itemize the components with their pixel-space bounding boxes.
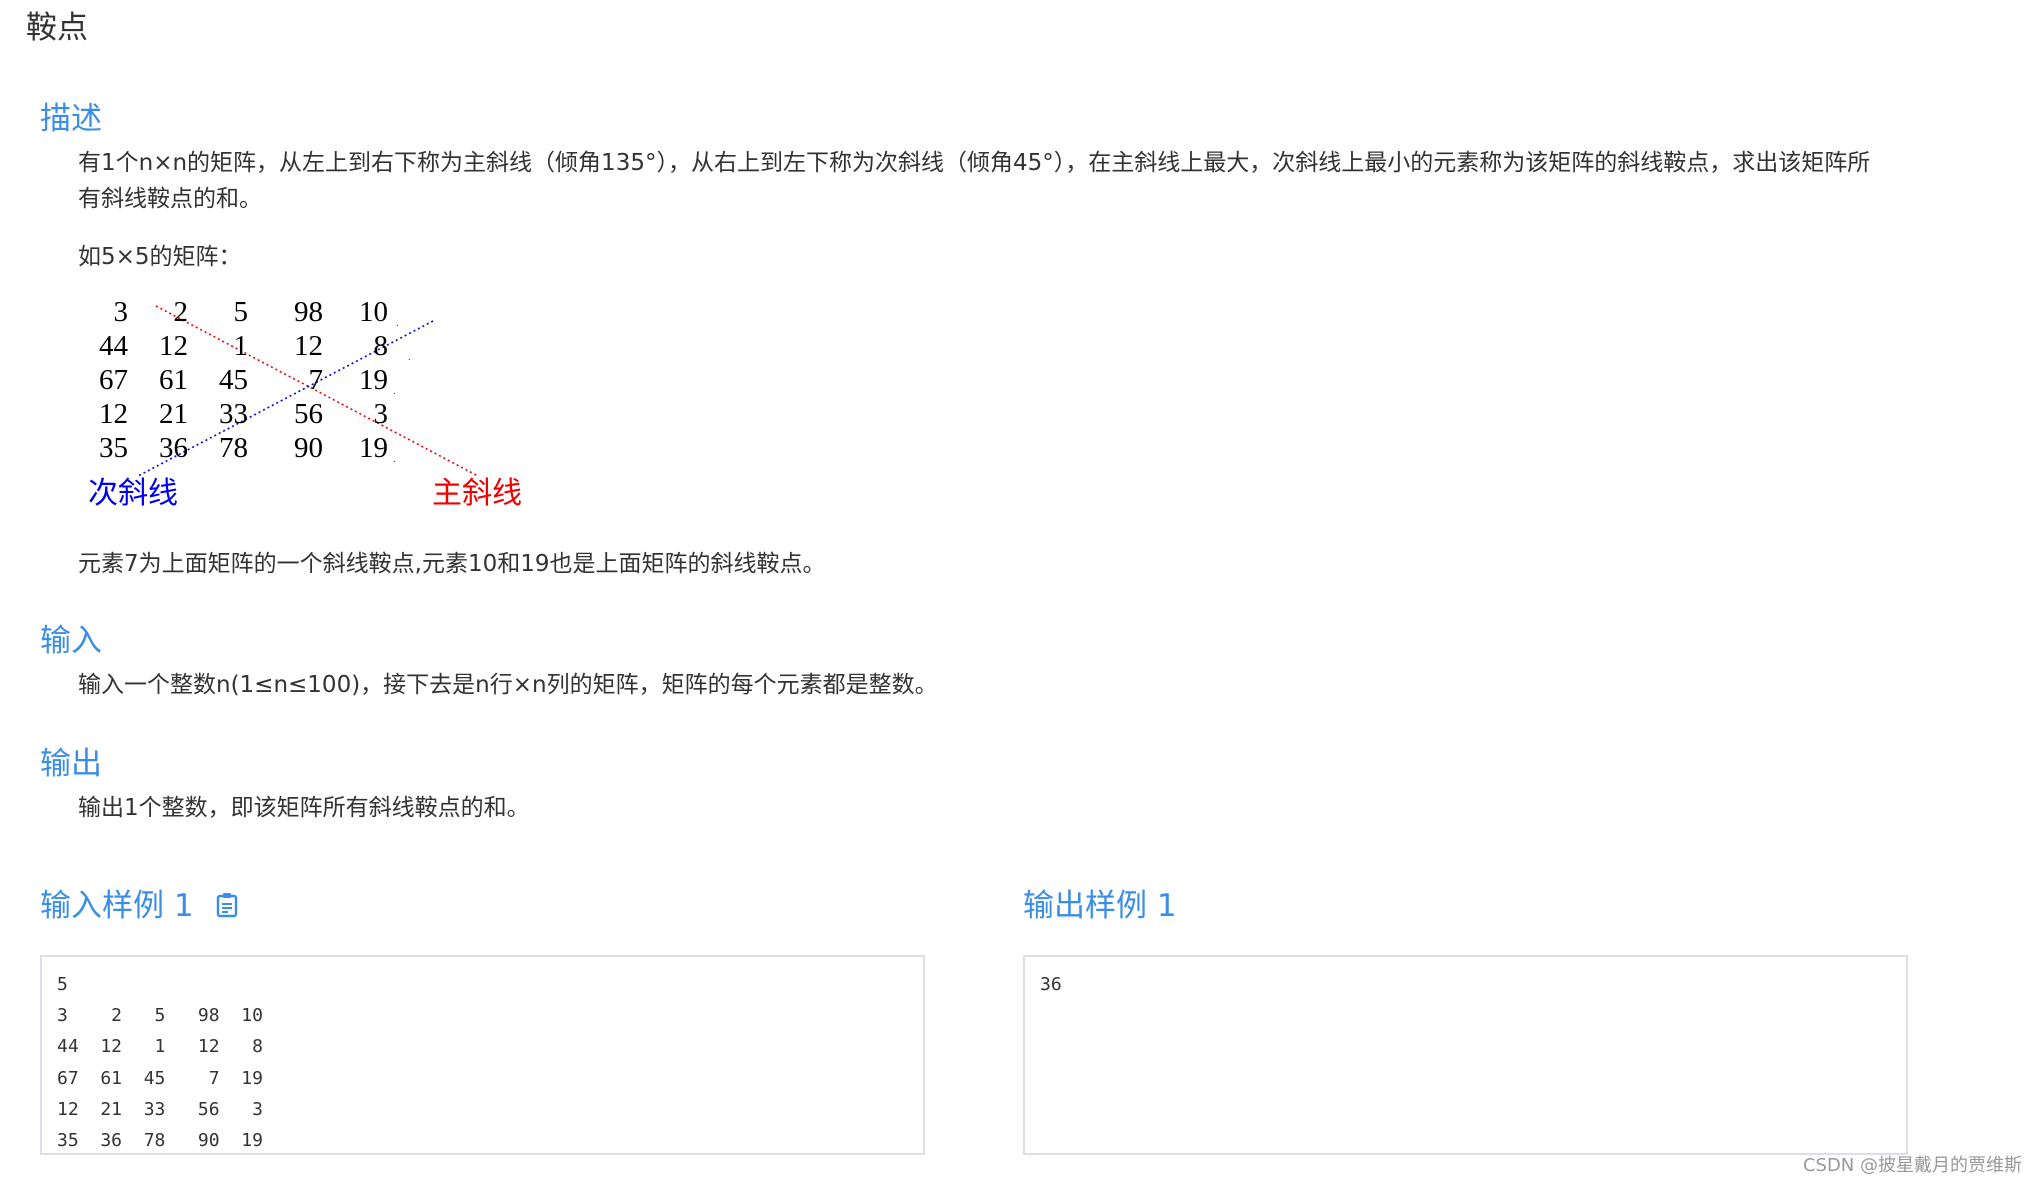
clipboard-icon[interactable] [216,890,238,917]
matrix-cell: 12 [294,330,323,362]
sample-output-box[interactable]: 36 [1023,955,1908,1155]
page-title: 鞍点 [26,10,88,46]
matrix-cell: 19 [359,364,388,396]
dot-mark: . [408,353,411,362]
matrix-figure: . . . . 3 2 5 98 10 44 12 1 12 8 67 61 4… [78,296,538,516]
matrix-cell: 2 [173,296,189,328]
description-paragraph-2: 元素7为上面矩阵的一个斜线鞍点,元素10和19也是上面矩阵的斜线鞍点。 [78,551,826,577]
output-text: 输出1个整数，即该矩阵所有斜线鞍点的和。 [78,795,530,821]
input-text: 输入一个整数n(1≤n≤100)，接下去是n行×n列的矩阵，矩阵的每个元素都是整… [78,672,938,698]
matrix-cell: 67 [99,364,128,396]
matrix-cell: 10 [359,296,388,328]
watermark: CSDN @披星戴月的贾维斯 [1802,1155,2022,1176]
sample-input-box[interactable]: 5 3 2 5 98 10 44 12 1 12 8 67 61 45 7 19… [40,955,925,1155]
description-paragraph-line1: 有1个n×n的矩阵，从左上到右下称为主斜线（倾角135°），从右上到左下称为次斜… [78,150,1871,176]
matrix-cell: 8 [373,330,389,362]
matrix-cell: 1 [233,330,249,362]
dot-mark: . [393,387,396,396]
matrix-cell: 21 [159,398,188,430]
matrix-cell: 3 [373,398,389,430]
sample-output-heading: 输出样例 1 [1023,880,1177,925]
output-heading: 输出 [40,746,102,782]
matrix-cell: 56 [294,398,323,430]
matrix-cell: 5 [233,296,249,328]
main-diagonal-label: 主斜线 [432,477,522,510]
sample-input-heading: 输入样例 1 [40,880,238,925]
matrix-cell: 3 [113,296,129,328]
matrix-cell: 61 [159,364,188,396]
matrix-cell: 36 [159,432,188,464]
input-heading: 输入 [40,623,102,659]
example-intro: 如5×5的矩阵： [78,244,242,270]
matrix-cell: 90 [294,432,323,464]
secondary-diagonal-label: 次斜线 [88,477,178,510]
matrix-cell: 7 [308,364,324,396]
matrix-cell: 98 [294,296,323,328]
sample-input-heading-label: 输入样例 1 [40,888,194,924]
description-paragraph-line2: 有斜线鞍点的和。 [78,186,262,212]
matrix-cell: 12 [99,398,128,430]
sample-output-heading-label: 输出样例 1 [1023,888,1177,924]
dot-mark: . [393,455,396,464]
matrix-cell: 44 [99,330,128,362]
description-heading: 描述 [40,101,102,137]
matrix-cell: 33 [219,398,248,430]
matrix-cell: 78 [219,432,248,464]
matrix-cell: 35 [99,432,128,464]
dot-mark: . [396,319,399,328]
matrix-cell: 19 [359,432,388,464]
matrix-cell: 12 [159,330,188,362]
matrix-cell: 45 [219,364,248,396]
